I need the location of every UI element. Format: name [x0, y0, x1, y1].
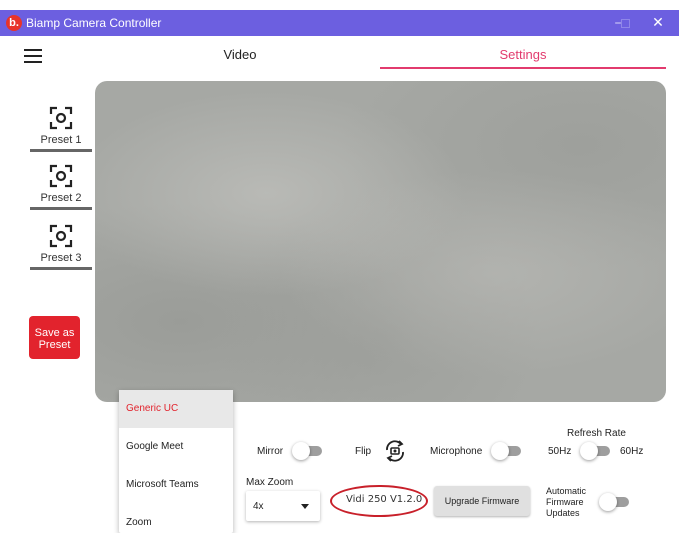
save-as-preset-button[interactable]: Save as Preset: [29, 316, 80, 359]
preset-1-button[interactable]: Preset 1: [30, 105, 92, 152]
dropdown-option-google-meet[interactable]: Google Meet: [119, 428, 233, 466]
tab-video[interactable]: Video: [180, 47, 300, 62]
refresh-rate-label: Refresh Rate: [567, 428, 626, 439]
automatic-updates-toggle[interactable]: [599, 493, 631, 511]
window-title: Biamp Camera Controller: [26, 16, 162, 30]
mirror-toggle[interactable]: [292, 442, 324, 460]
hamburger-menu-icon[interactable]: [24, 49, 42, 63]
preset-label: Preset 1: [40, 134, 82, 146]
biamp-logo-icon: b.: [6, 15, 22, 31]
close-icon[interactable]: ✕: [648, 14, 668, 32]
focus-frame-icon: [49, 164, 73, 188]
refresh-rate-toggle[interactable]: [580, 442, 612, 460]
tab-settings[interactable]: Settings: [380, 47, 666, 62]
platform-dropdown-menu: Generic UC Google Meet Microsoft Teams Z…: [119, 390, 233, 533]
upgrade-firmware-button[interactable]: Upgrade Firmware: [434, 486, 530, 516]
flip-camera-icon[interactable]: [383, 438, 407, 464]
annotation-ellipse: [330, 485, 428, 517]
max-zoom-label: Max Zoom: [246, 477, 294, 488]
preset-underline: [30, 149, 92, 152]
microphone-toggle[interactable]: [491, 442, 523, 460]
max-zoom-value: 4x: [253, 501, 264, 512]
maximize-icon[interactable]: [621, 19, 630, 28]
preset-label: Preset 3: [40, 252, 82, 264]
dropdown-option-microsoft-teams[interactable]: Microsoft Teams: [119, 466, 233, 504]
max-zoom-select[interactable]: 4x: [246, 491, 320, 521]
mirror-label: Mirror: [257, 446, 284, 457]
title-bar: b. Biamp Camera Controller – ✕: [0, 10, 679, 36]
focus-frame-icon: [49, 224, 73, 248]
dropdown-option-generic-uc[interactable]: Generic UC: [119, 390, 233, 428]
focus-frame-icon: [49, 106, 73, 130]
chevron-down-icon: [301, 504, 309, 509]
refresh-rate-50hz-label: 50Hz: [548, 446, 572, 457]
automatic-updates-label: Automatic Firmware Updates: [546, 486, 587, 518]
preset-3-button[interactable]: Preset 3: [30, 223, 92, 270]
preset-2-button[interactable]: Preset 2: [30, 163, 92, 210]
active-tab-indicator: [380, 67, 666, 69]
flip-label: Flip: [355, 446, 372, 457]
camera-video-feed: [95, 81, 666, 402]
preset-label: Preset 2: [40, 192, 82, 204]
preset-underline: [30, 267, 92, 270]
refresh-rate-60hz-label: 60Hz: [620, 446, 644, 457]
microphone-label: Microphone: [430, 446, 483, 457]
preset-underline: [30, 207, 92, 210]
dropdown-option-zoom[interactable]: Zoom: [119, 504, 233, 533]
